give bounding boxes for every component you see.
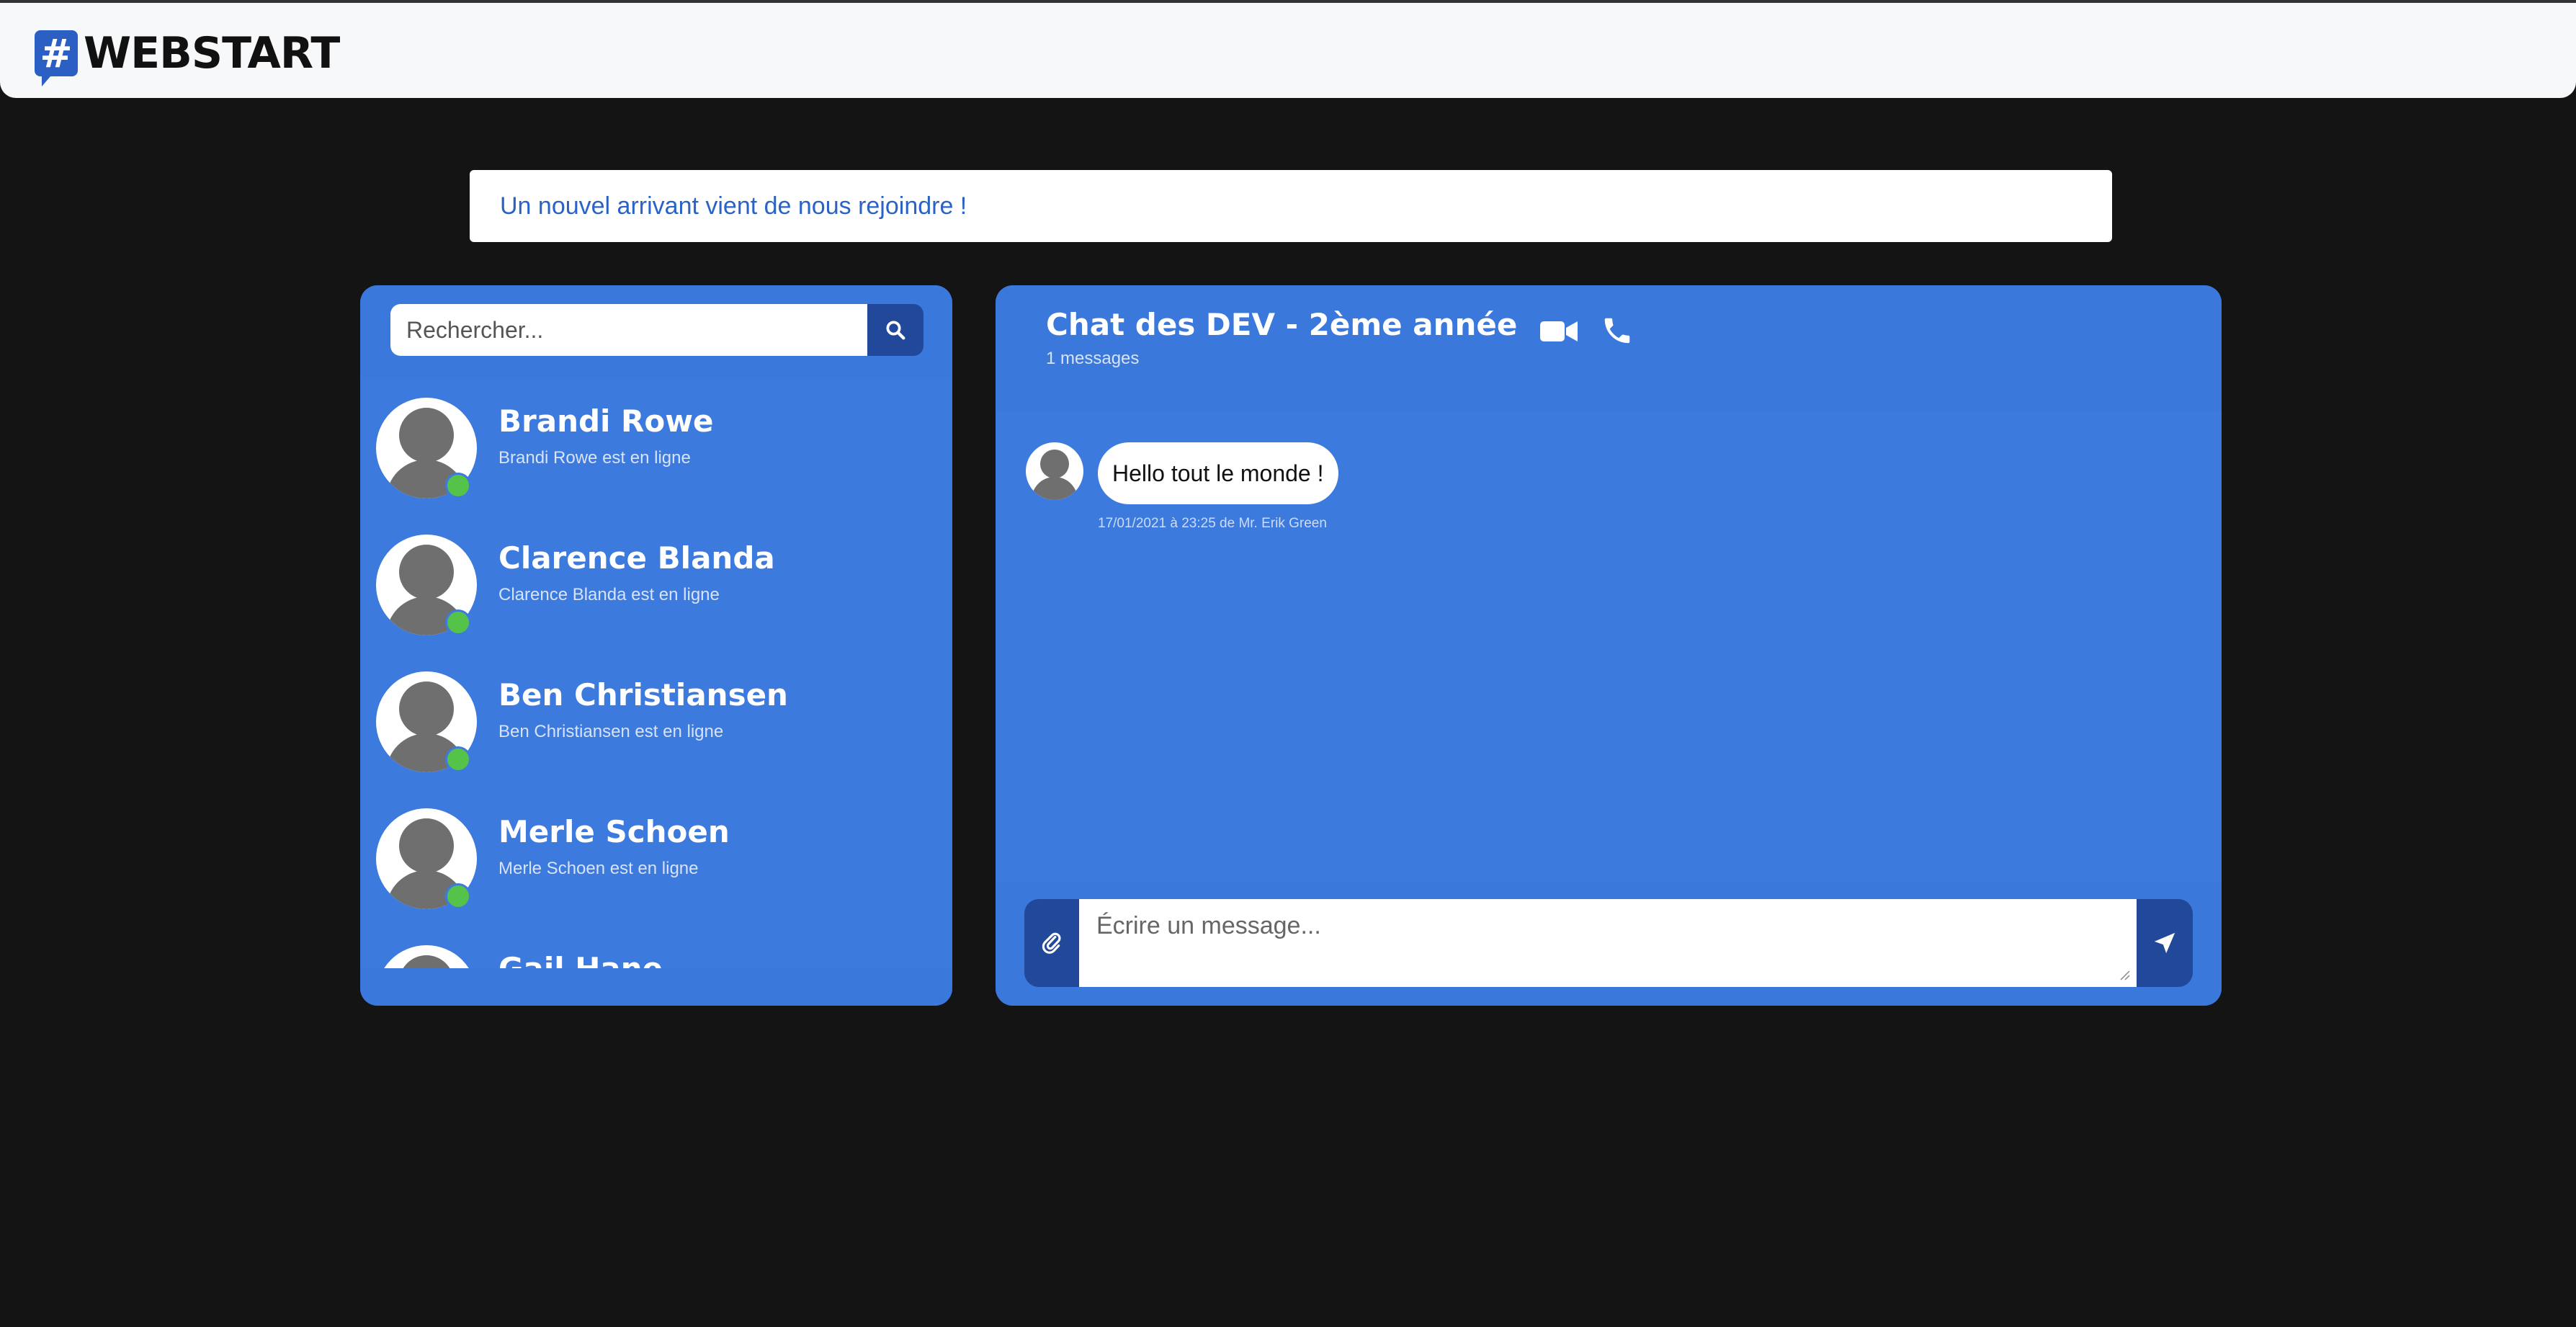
- online-indicator: [445, 473, 471, 499]
- brand-name: WEBSTART: [84, 28, 340, 79]
- user-list-item[interactable]: Gail Hane: [360, 926, 952, 968]
- message-count: 1 messages: [1046, 349, 1140, 368]
- user-name: Brandi Rowe: [498, 403, 714, 439]
- message-bubble: Hello tout le monde !: [1098, 442, 1338, 504]
- user-name: Ben Christiansen: [498, 677, 788, 712]
- resize-handle-icon[interactable]: [2119, 970, 2131, 981]
- chat-panel: Chat des DEV - 2ème année 1 messages Hel…: [996, 285, 2222, 1006]
- user-name: Merle Schoen: [498, 814, 730, 849]
- attach-button[interactable]: [1024, 899, 1079, 987]
- online-indicator: [445, 609, 471, 635]
- send-button[interactable]: [2137, 899, 2193, 987]
- user-name: Clarence Blanda: [498, 540, 775, 576]
- users-list[interactable]: Brandi Rowe Brandi Rowe est en ligne Cla…: [360, 379, 952, 968]
- user-status: Merle Schoen est en ligne: [498, 859, 699, 878]
- avatar: [376, 945, 477, 968]
- search-bar: Rechercher...: [360, 285, 952, 379]
- chat-header: Chat des DEV - 2ème année 1 messages: [996, 285, 2222, 412]
- search-button[interactable]: [867, 304, 923, 356]
- user-list-item[interactable]: Brandi Rowe Brandi Rowe est en ligne: [360, 379, 952, 516]
- users-panel: Rechercher... Brandi Rowe Brandi Rowe es…: [360, 285, 952, 1006]
- user-list-item[interactable]: Ben Christiansen Ben Christiansen est en…: [360, 653, 952, 790]
- online-indicator: [445, 746, 471, 772]
- paperclip-icon: [1042, 932, 1061, 954]
- search-icon: [886, 321, 905, 340]
- user-status: Clarence Blanda est en ligne: [498, 585, 720, 604]
- message-meta: 17/01/2021 à 23:25 de Mr. Erik Green: [1098, 516, 1327, 531]
- message-composer: Écrire un message...: [996, 882, 2222, 1006]
- messages-area[interactable]: Hello tout le monde ! 17/01/2021 à 23:25…: [996, 412, 2222, 882]
- top-navbar: # WEBSTART: [0, 0, 2576, 98]
- hashtag-logo-icon: #: [35, 30, 78, 86]
- online-indicator: [445, 883, 471, 909]
- user-list-item[interactable]: Clarence Blanda Clarence Blanda est en l…: [360, 516, 952, 653]
- user-status: Ben Christiansen est en ligne: [498, 722, 724, 741]
- chat-title: Chat des DEV - 2ème année: [1046, 307, 1518, 342]
- video-camera-icon[interactable]: [1540, 317, 1578, 346]
- phone-icon[interactable]: [1601, 314, 1634, 347]
- notification-banner: Un nouvel arrivant vient de nous rejoind…: [470, 170, 2112, 242]
- users-panel-footer: [360, 968, 952, 1006]
- message-input[interactable]: Écrire un message...: [1079, 899, 2137, 987]
- user-status: Brandi Rowe est en ligne: [498, 448, 691, 468]
- search-input[interactable]: Rechercher...: [390, 304, 867, 356]
- sender-avatar: [1026, 442, 1083, 500]
- brand-logo[interactable]: # WEBSTART: [35, 24, 340, 86]
- send-arrow-icon: [2154, 932, 2175, 954]
- user-list-item[interactable]: Merle Schoen Merle Schoen est en ligne: [360, 790, 952, 926]
- user-name: Gail Hane: [498, 951, 663, 968]
